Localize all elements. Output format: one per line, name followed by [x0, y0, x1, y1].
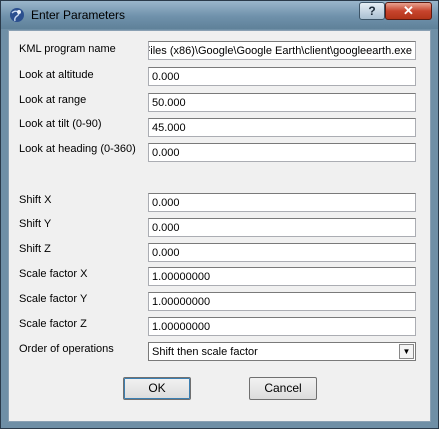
look-at-tilt-input[interactable]: 45.000: [148, 118, 416, 137]
shift-x-input[interactable]: 0.000: [148, 193, 416, 212]
cancel-button[interactable]: Cancel: [249, 377, 317, 400]
scale-factor-x-input[interactable]: 1.00000000: [148, 267, 416, 286]
kml-program-name-input[interactable]: Files (x86)\Google\Google Earth\client\g…: [148, 41, 416, 60]
title-bar[interactable]: Enter Parameters ? ✕: [1, 1, 438, 29]
dialog-body: KML program name Files (x86)\Google\Goog…: [8, 30, 431, 422]
order-of-operations-label: Order of operations: [19, 343, 114, 355]
window-title: Enter Parameters: [31, 8, 126, 22]
look-at-tilt-label: Look at tilt (0-90): [19, 118, 102, 130]
scale-factor-y-label: Scale factor Y: [19, 293, 88, 305]
look-at-range-input[interactable]: 50.000: [148, 93, 416, 112]
kml-program-name-label: KML program name: [19, 43, 116, 55]
dialog-window: Enter Parameters ? ✕ KML program name Fi…: [0, 0, 439, 429]
shift-y-label: Shift Y: [19, 218, 52, 230]
shift-z-input[interactable]: 0.000: [148, 243, 416, 262]
help-button[interactable]: ?: [359, 2, 385, 20]
shift-y-input[interactable]: 0.000: [148, 218, 416, 237]
close-button[interactable]: ✕: [385, 2, 432, 20]
ok-button[interactable]: OK: [123, 377, 191, 400]
shift-z-label: Shift Z: [19, 243, 51, 255]
order-of-operations-value: Shift then scale factor: [152, 346, 258, 358]
scale-factor-x-label: Scale factor X: [19, 268, 88, 280]
globe-icon: [10, 8, 24, 22]
look-at-heading-label: Look at heading (0-360): [19, 143, 136, 155]
shift-x-label: Shift X: [19, 194, 52, 206]
chevron-down-icon[interactable]: ▼: [399, 344, 414, 359]
scale-factor-y-input[interactable]: 1.00000000: [148, 292, 416, 311]
look-at-heading-input[interactable]: 0.000: [148, 143, 416, 162]
scale-factor-z-label: Scale factor Z: [19, 318, 87, 330]
scale-factor-z-input[interactable]: 1.00000000: [148, 317, 416, 336]
look-at-altitude-input[interactable]: 0.000: [148, 67, 416, 86]
look-at-range-label: Look at range: [19, 94, 87, 106]
order-of-operations-select[interactable]: Shift then scale factor ▼: [148, 342, 416, 361]
look-at-altitude-label: Look at altitude: [19, 69, 94, 81]
